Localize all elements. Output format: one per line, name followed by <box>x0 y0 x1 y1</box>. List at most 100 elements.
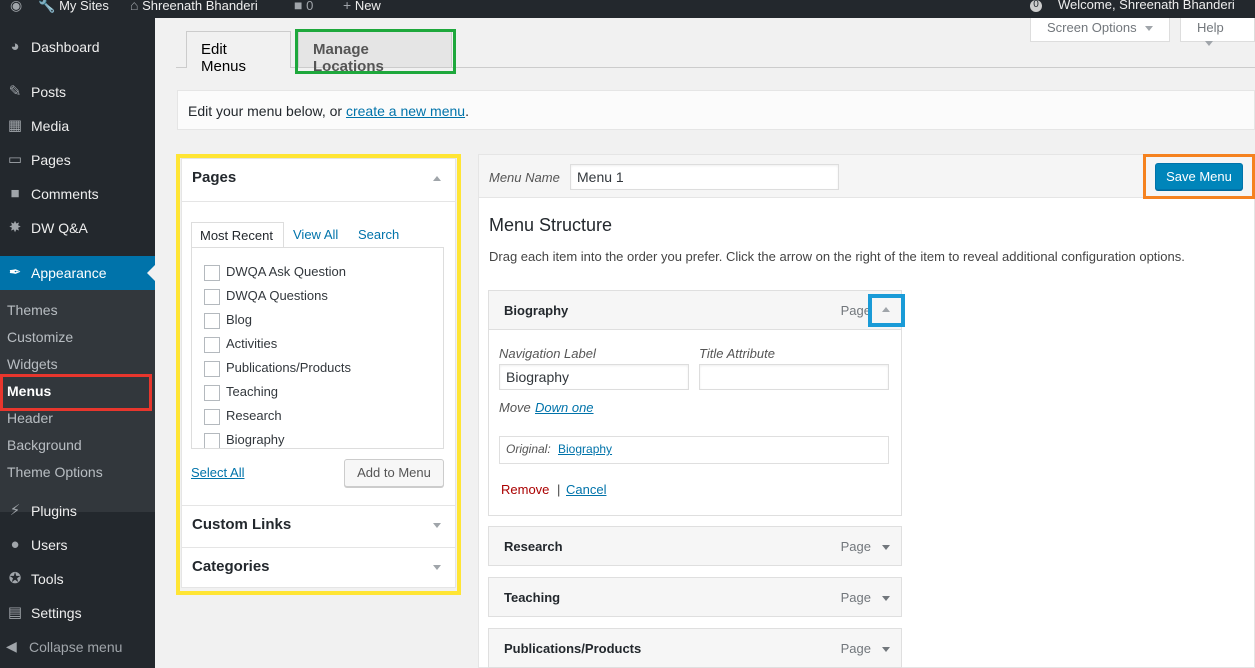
list-item[interactable]: Research <box>204 408 282 428</box>
help-button[interactable]: Help <box>1180 18 1255 47</box>
create-new-menu-link[interactable]: create a new menu <box>346 103 465 119</box>
menu-item-biography[interactable]: Biography Page <box>488 290 902 330</box>
select-all-link[interactable]: Select All <box>191 465 244 480</box>
sidebar-item-label: Pages <box>31 152 71 168</box>
collapse-menu-label: Collapse menu <box>29 639 123 655</box>
lifebuoy-icon: ✸ <box>8 219 22 236</box>
user-icon: ● <box>10 536 20 553</box>
site-name-label: Shreenath Bhanderi <box>142 0 258 13</box>
categories-section-title: Categories <box>192 558 270 575</box>
add-to-menu-button[interactable]: Add to Menu <box>344 459 444 487</box>
checkbox[interactable] <box>204 384 220 401</box>
expand-arrow-icon[interactable] <box>882 647 890 652</box>
tab-most-recent[interactable]: Most Recent <box>191 222 284 248</box>
cancel-item-link[interactable]: Cancel <box>566 482 606 497</box>
settings-icon: ▤ <box>7 604 23 621</box>
submenu-item-themes[interactable]: Themes <box>7 302 58 318</box>
expand-arrow-icon[interactable] <box>882 545 890 550</box>
list-item[interactable]: Teaching <box>204 384 278 404</box>
page-item-label: DWQA Questions <box>226 288 328 303</box>
menu-item-publications[interactable]: Publications/Products Page <box>488 628 902 668</box>
list-item[interactable]: Publications/Products <box>204 360 351 380</box>
site-name-link[interactable]: ⌂ Shreenath Bhanderi <box>130 0 258 18</box>
submenu-item-widgets[interactable]: Widgets <box>7 356 58 372</box>
title-attribute-input[interactable] <box>699 364 889 390</box>
new-content-link[interactable]: + New <box>343 0 381 18</box>
pages-checklist: DWQA Ask Question DWQA Questions Blog Ac… <box>191 247 444 449</box>
submenu-item-customize[interactable]: Customize <box>7 329 73 345</box>
comment-icon: ■ <box>10 185 20 202</box>
move-down-one-link[interactable]: Down one <box>535 400 594 415</box>
submenu-item-header[interactable]: Header <box>7 410 53 426</box>
tab-view-all[interactable]: View All <box>285 222 346 248</box>
sidebar-item-dashboard[interactable]: ◕ Dashboard <box>0 30 155 64</box>
sidebar-item-label: Settings <box>31 605 82 621</box>
navigation-label-input[interactable]: Biography <box>499 364 689 390</box>
checkbox[interactable] <box>204 360 220 377</box>
sidebar-item-label: Users <box>31 537 68 553</box>
link-separator: | <box>557 482 561 497</box>
menu-item-settings: Navigation Label Biography Title Attribu… <box>488 330 902 516</box>
sidebar-item-dwqa[interactable]: ✸ DW Q&A <box>0 211 155 245</box>
notification-badge: 0 <box>1030 0 1042 12</box>
sidebar-item-pages[interactable]: ▭ Pages <box>0 143 155 177</box>
checkbox[interactable] <box>204 312 220 329</box>
menu-item-teaching[interactable]: Teaching Page <box>488 577 902 617</box>
sidebar-item-plugins[interactable]: ⚡ Plugins <box>0 494 155 528</box>
wordpress-logo-icon[interactable]: ◉ <box>10 0 22 18</box>
custom-links-section-header[interactable]: Custom Links <box>182 505 455 548</box>
sidebar-item-media[interactable]: ▦ Media <box>0 109 155 143</box>
sidebar-item-settings[interactable]: ▤ Settings <box>0 596 155 630</box>
tab-manage-locations[interactable]: Manage Locations <box>298 31 452 75</box>
checkbox[interactable] <box>204 264 220 281</box>
checkbox[interactable] <box>204 288 220 305</box>
menu-item-research[interactable]: Research Page <box>488 526 902 566</box>
expand-arrow-icon <box>433 565 441 570</box>
menu-name-input[interactable]: Menu 1 <box>570 164 839 190</box>
submenu-item-theme-options[interactable]: Theme Options <box>7 464 103 480</box>
notification-count[interactable]: 0 <box>1030 0 1042 18</box>
pages-section-header[interactable]: Pages <box>182 159 455 202</box>
list-item[interactable]: Blog <box>204 312 252 332</box>
menu-structure-title: Menu Structure <box>489 215 613 235</box>
dropdown-arrow-icon <box>1144 26 1153 32</box>
sidebar-item-comments[interactable]: ■ Comments <box>0 177 155 211</box>
manage-menus-notice: Edit your menu below, or create a new me… <box>177 90 1255 130</box>
list-item[interactable]: DWQA Questions <box>204 288 328 308</box>
remove-item-link[interactable]: Remove <box>501 482 549 497</box>
list-item[interactable]: DWQA Ask Question <box>204 264 346 284</box>
checkbox[interactable] <box>204 336 220 353</box>
sidebar-item-posts[interactable]: ✎ Posts <box>0 75 155 109</box>
tab-edit-menus[interactable]: Edit Menus <box>186 31 291 75</box>
checkbox[interactable] <box>204 432 220 448</box>
categories-section-header[interactable]: Categories <box>182 548 455 591</box>
list-item[interactable]: Biography <box>204 432 285 448</box>
home-icon: ⌂ <box>130 0 139 13</box>
move-label: Move <box>499 400 531 415</box>
page-item-label: DWQA Ask Question <box>226 264 346 279</box>
submenu-item-menus[interactable]: Menus <box>7 383 51 399</box>
checkbox[interactable] <box>204 408 220 425</box>
tab-search[interactable]: Search <box>350 222 407 248</box>
admin-bar: ◉ 🔧 My Sites ⌂ Shreenath Bhanderi ■ 0 + … <box>0 0 1255 18</box>
my-account-link[interactable]: Welcome, Shreenath Bhanderi <box>1058 0 1235 18</box>
expand-arrow-icon[interactable] <box>882 596 890 601</box>
collapse-menu-button[interactable]: ◀ Collapse menu <box>0 632 155 662</box>
navigation-label-label: Navigation Label <box>499 346 596 361</box>
original-page-link[interactable]: Biography <box>558 442 612 456</box>
submenu-item-background[interactable]: Background <box>7 437 82 453</box>
save-menu-button[interactable]: Save Menu <box>1155 163 1243 190</box>
sidebar-item-appearance[interactable]: ✒ Appearance <box>0 256 155 290</box>
menu-item-title: Biography <box>504 303 569 318</box>
my-sites-link[interactable]: 🔧 My Sites <box>38 0 109 18</box>
screen-options-button[interactable]: Screen Options <box>1030 18 1170 42</box>
sidebar-item-users[interactable]: ● Users <box>0 528 155 562</box>
menu-item-title: Teaching <box>504 590 561 605</box>
list-item[interactable]: Activities <box>204 336 277 356</box>
menu-item-toggle[interactable] <box>871 298 901 324</box>
sidebar-item-label: Appearance <box>31 265 107 281</box>
paintbrush-icon: ✒ <box>8 264 22 281</box>
sidebar-item-tools[interactable]: ✪ Tools <box>0 562 155 596</box>
menu-structure-description: Drag each item into the order you prefer… <box>489 249 1185 264</box>
comments-link[interactable]: ■ 0 <box>294 0 313 18</box>
